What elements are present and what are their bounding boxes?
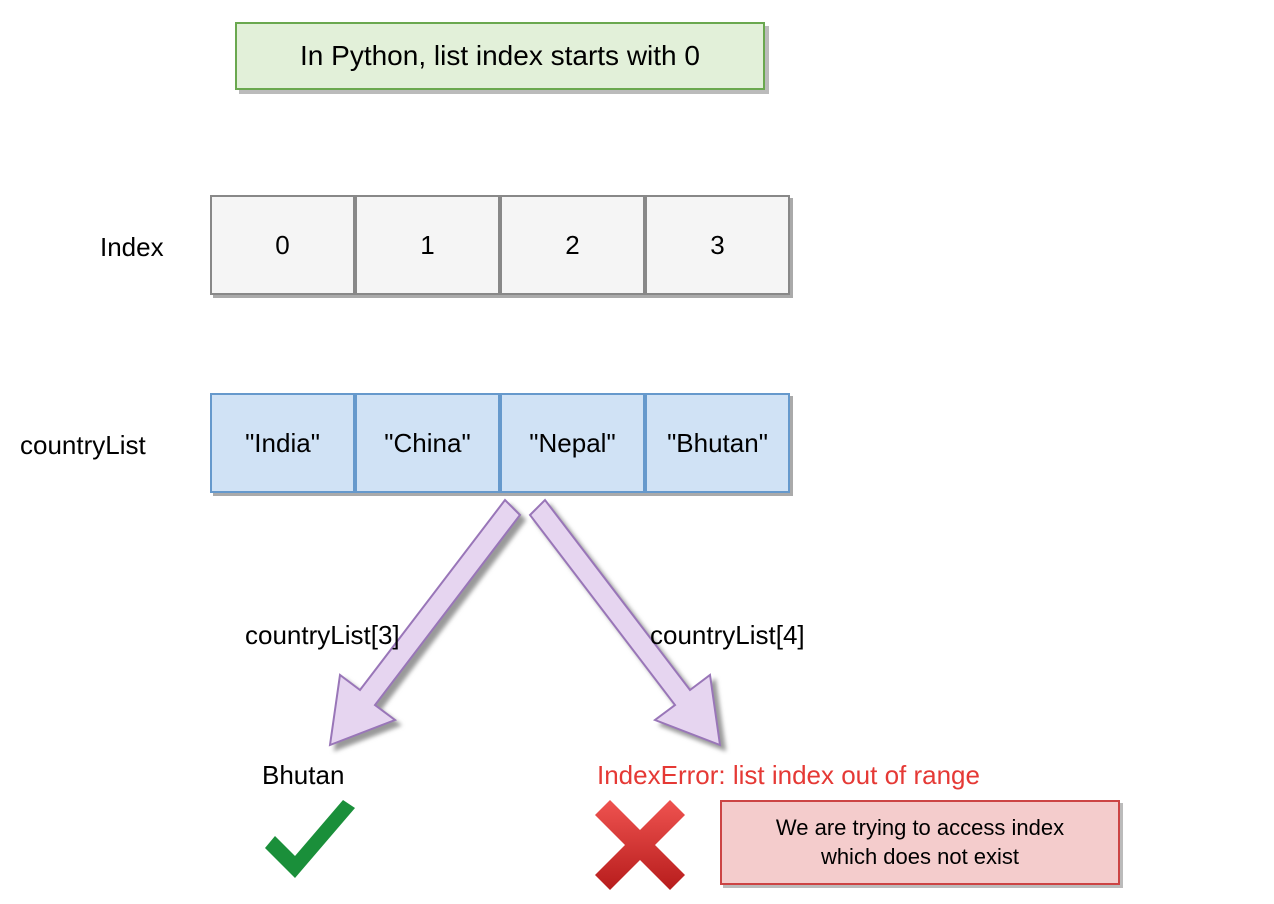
list-cell: "Nepal": [500, 393, 645, 493]
note-box: We are trying to access index which does…: [720, 800, 1120, 885]
left-result: Bhutan: [262, 760, 344, 791]
index-row: 0 1 2 3: [210, 195, 790, 295]
list-cell: "China": [355, 393, 500, 493]
left-access-label: countryList[3]: [245, 620, 400, 651]
right-access-label: countryList[4]: [650, 620, 805, 651]
check-icon: [255, 800, 365, 890]
index-label: Index: [100, 232, 164, 263]
list-cell: "India": [210, 393, 355, 493]
error-text: IndexError: list index out of range: [597, 760, 980, 791]
cross-icon: [595, 800, 685, 890]
list-row: "India" "China" "Nepal" "Bhutan": [210, 393, 790, 493]
list-cell: "Bhutan": [645, 393, 790, 493]
index-cell: 2: [500, 195, 645, 295]
index-cell: 0: [210, 195, 355, 295]
note-line: which does not exist: [738, 843, 1102, 872]
title-text: In Python, list index starts with 0: [300, 40, 700, 72]
index-cell: 3: [645, 195, 790, 295]
list-label: countryList: [20, 430, 146, 461]
title-box: In Python, list index starts with 0: [235, 22, 765, 90]
note-line: We are trying to access index: [738, 814, 1102, 843]
index-cell: 1: [355, 195, 500, 295]
